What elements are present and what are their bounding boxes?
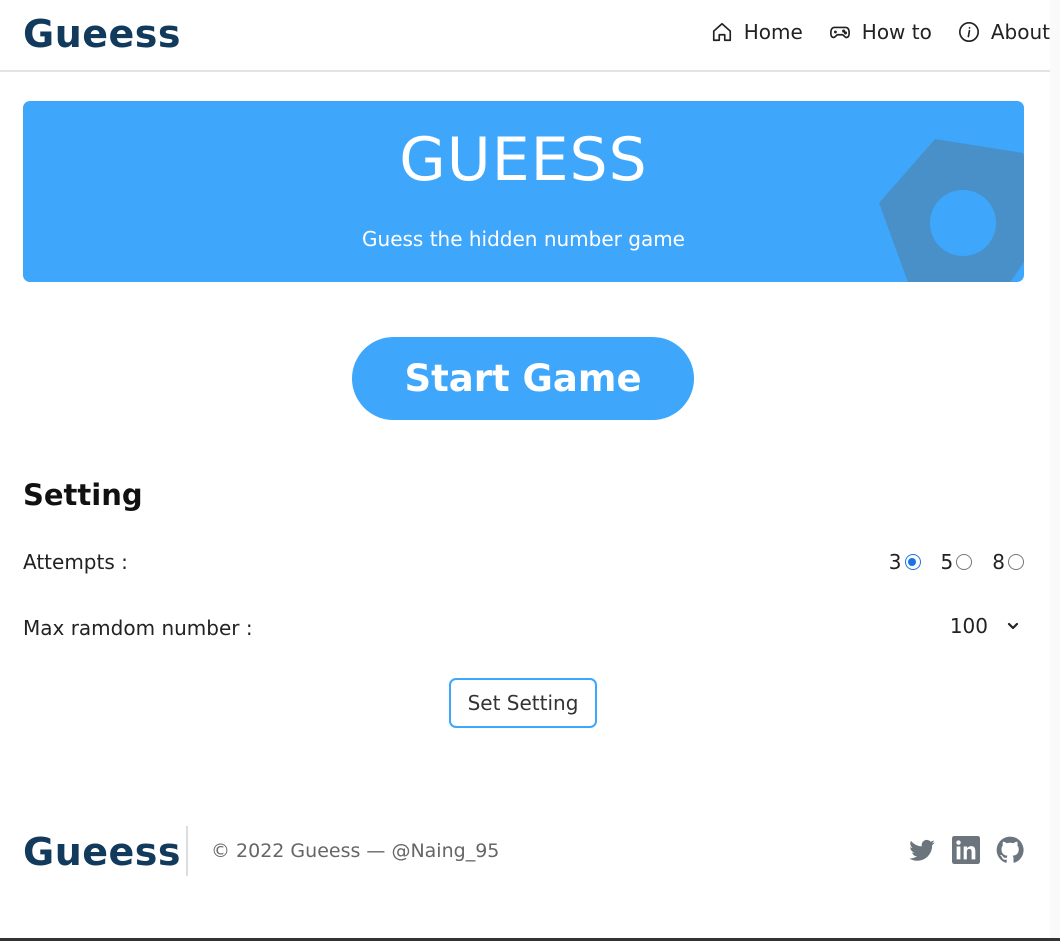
brand-logo[interactable]: Gueess [23,12,181,56]
github-icon [996,836,1024,863]
hero-title: GUEESS [399,125,648,195]
max-random-label: Max ramdom number : [23,616,253,640]
attempt-radio-5[interactable] [956,554,973,570]
nav-item-how-to[interactable]: How to [829,20,932,44]
setting-heading: Setting [23,478,143,512]
social-links [892,836,1024,864]
attempt-option-5[interactable]: 5 [941,550,973,574]
home-icon [712,22,731,42]
top-navbar: Gueess Home How to About [0,0,1050,72]
linkedin-link[interactable] [952,836,980,864]
nav-item-about-label: About [990,20,1050,44]
footer-divider [186,826,188,876]
max-random-value: 100 [949,614,988,638]
footer-copyright: © 2022 Gueess — @Naing_95 [211,840,500,862]
nav-item-home[interactable]: Home [711,20,803,44]
nav-item-about[interactable]: About [958,20,1050,44]
attempt-option-8-label: 8 [992,550,1005,574]
nav-item-how-to-label: How to [861,20,932,44]
twitter-link[interactable] [908,836,936,864]
chevron-down-icon [1007,622,1019,630]
attempt-option-8[interactable]: 8 [992,550,1024,574]
footer-brand-logo[interactable]: Gueess [23,830,181,874]
hero-banner: GUEESS Guess the hidden number game [23,101,1024,282]
attempts-radio-group: 3 5 8 [869,550,1024,574]
scrollbar-track[interactable] [1050,0,1060,941]
max-random-select[interactable]: 100 [950,614,1020,638]
gamepad-icon [829,26,850,39]
attempt-radio-3[interactable] [904,554,921,570]
nav-item-home-label: Home [743,20,803,44]
attempt-option-3-label: 3 [888,550,902,574]
main-nav: Home How to About [685,20,1050,44]
start-game-button[interactable]: Start Game [352,337,694,420]
info-icon [958,22,979,42]
attempt-option-3[interactable]: 3 [889,550,921,574]
github-link[interactable] [996,836,1024,864]
attempt-radio-8[interactable] [1008,554,1024,570]
twitter-icon [909,839,935,861]
hero-subtitle: Guess the hidden number game [362,227,685,251]
attempt-option-5-label: 5 [940,550,954,574]
linkedin-icon [952,836,980,864]
attempts-label: Attempts : [23,550,128,574]
set-setting-button[interactable]: Set Setting [449,678,597,728]
